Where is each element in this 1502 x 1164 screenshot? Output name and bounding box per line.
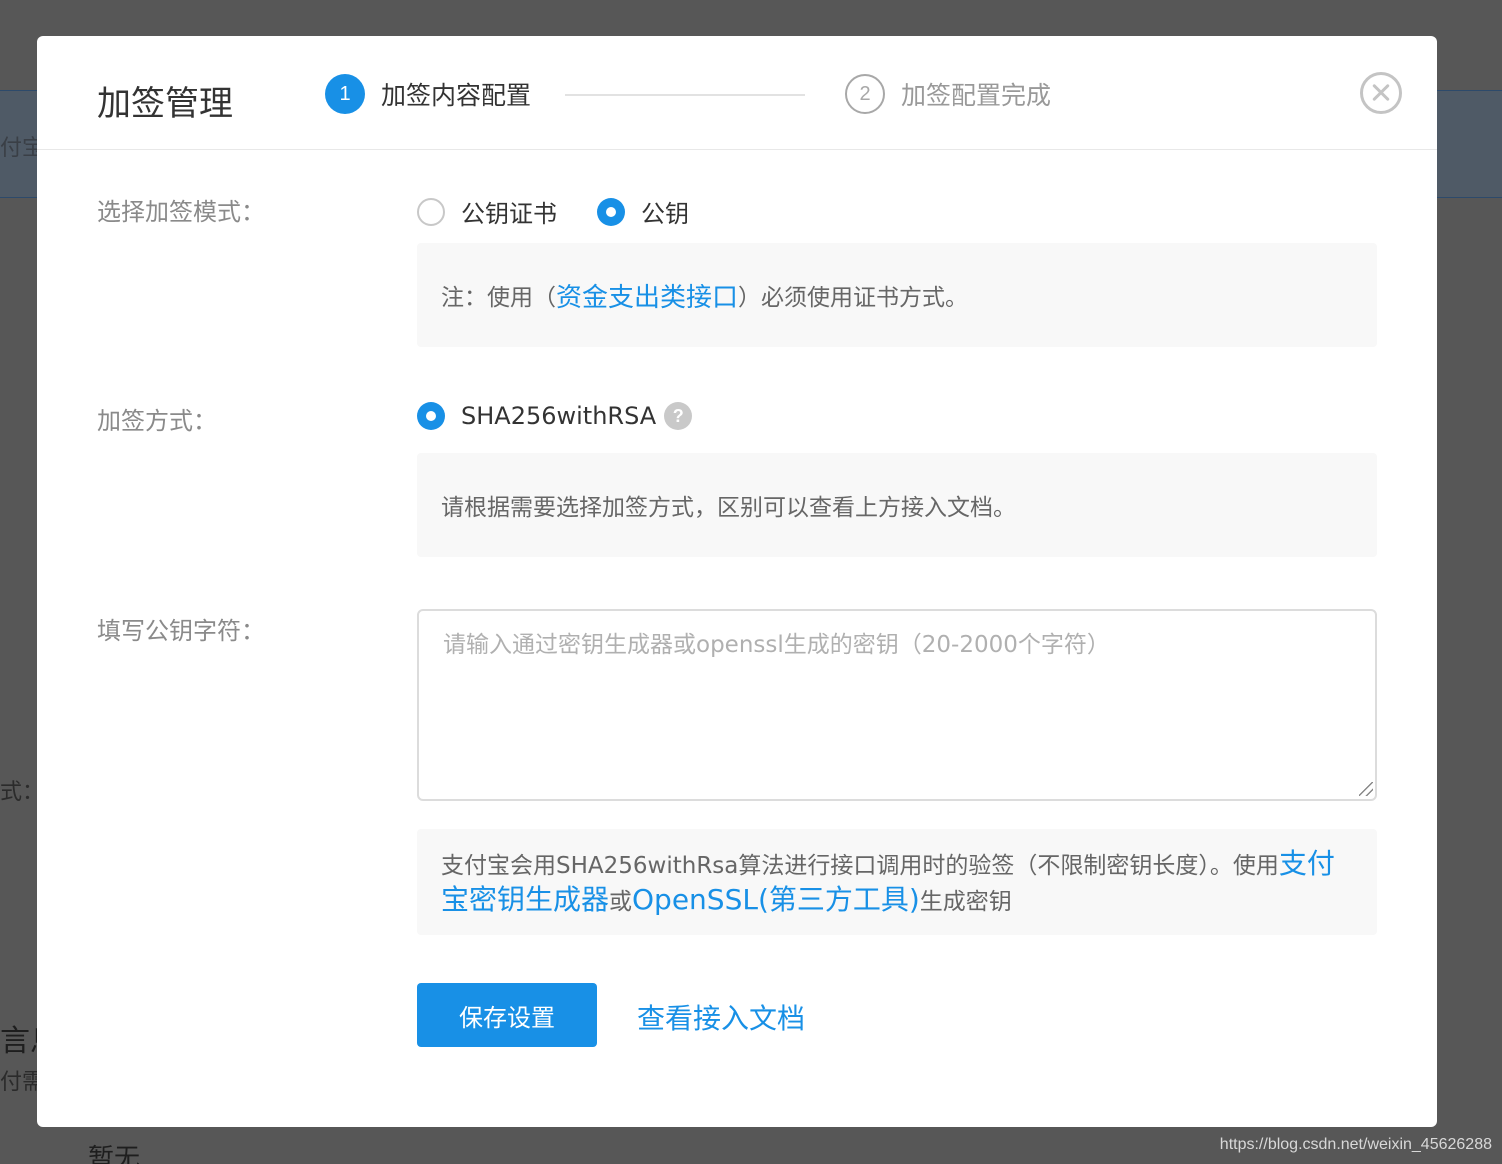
- note-text: 生成密钥: [919, 889, 1012, 915]
- signing-mode-note: 注：使用（ 资金支出类接口 ）必须使用证书方式。: [417, 243, 1377, 347]
- note-text: ）必须使用证书方式。: [738, 285, 969, 311]
- step-2: 2 加签配置完成: [845, 74, 1051, 114]
- modal-title: 加签管理: [97, 84, 233, 124]
- radio-label: 公钥: [641, 200, 689, 228]
- help-icon[interactable]: ?: [664, 402, 693, 430]
- note-text: 注：使用（: [441, 285, 556, 311]
- radio-checked-icon[interactable]: [597, 197, 625, 226]
- radio-checked-icon[interactable]: [417, 402, 445, 430]
- watermark: https://blog.csdn.net/weixin_45626288: [1219, 1136, 1492, 1153]
- save-settings-button[interactable]: 保存设置: [417, 983, 597, 1047]
- close-icon[interactable]: [1360, 72, 1402, 114]
- resize-handle-icon[interactable]: [1359, 782, 1373, 796]
- step-label: 加签配置完成: [901, 81, 1052, 110]
- public-key-input[interactable]: [417, 609, 1377, 801]
- radio-sha256withrsa[interactable]: SHA256withRSA: [417, 402, 656, 430]
- signing-mode-radio-group: 公钥证书 公钥: [417, 194, 729, 229]
- background-text: 暂无: [88, 1144, 141, 1164]
- signing-mode-label: 选择加签模式：: [97, 198, 265, 226]
- signing-management-modal: 加签管理 1 加签内容配置 2 加签配置完成 选择加签模式： 公钥证书 公钥 注…: [37, 36, 1437, 1127]
- modal-header: 加签管理 1 加签内容配置 2 加签配置完成: [37, 36, 1437, 150]
- public-key-label: 填写公钥字符：: [97, 617, 265, 645]
- radio-unchecked-icon[interactable]: [417, 197, 445, 226]
- radio-public-key[interactable]: 公钥: [597, 194, 689, 229]
- view-docs-link[interactable]: 查看接入文档: [637, 997, 805, 1037]
- radio-public-key-certificate[interactable]: 公钥证书: [417, 194, 557, 229]
- openssl-link[interactable]: OpenSSL(第三方工具): [632, 883, 920, 916]
- step-1: 1 加签内容配置: [325, 74, 531, 114]
- public-key-note: 支付宝会用SHA256withRsa算法进行接口调用时的验签（不限制密钥长度）。…: [417, 829, 1377, 935]
- radio-label: SHA256withRSA: [461, 402, 657, 430]
- signing-method-label: 加签方式：: [97, 407, 217, 435]
- radio-label: 公钥证书: [461, 200, 557, 228]
- step-number: 1: [325, 74, 365, 114]
- step-label: 加签内容配置: [381, 81, 532, 110]
- step-number: 2: [845, 74, 885, 114]
- signing-method-note: 请根据需要选择加签方式，区别可以查看上方接入文档。: [417, 453, 1377, 557]
- note-text: 支付宝会用SHA256withRsa算法进行接口调用时的验签（不限制密钥长度）。…: [441, 853, 1279, 879]
- fund-payout-api-link[interactable]: 资金支出类接口: [556, 277, 738, 314]
- step-connector: [565, 94, 805, 96]
- note-text: 或: [609, 889, 633, 915]
- signing-method-radio-group: SHA256withRSA ?: [417, 402, 693, 430]
